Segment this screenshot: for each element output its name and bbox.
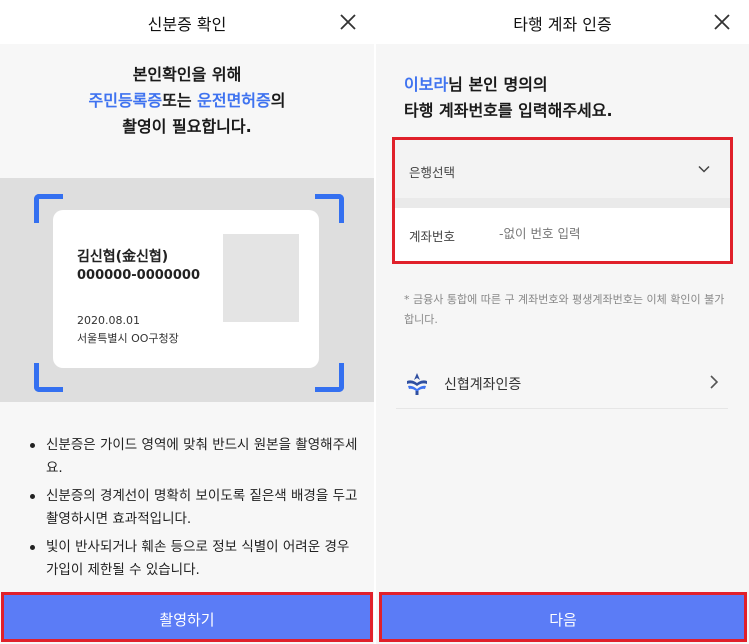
id-type-resident-card: 주민등록증	[88, 91, 163, 110]
user-name: 이보라	[404, 75, 449, 94]
id-card-name: 김신협(金신협)	[77, 249, 169, 265]
intro-text: 이보라님 본인 명의의 타행 계좌번호를 입력해주세요.	[404, 72, 613, 124]
id-card-issuer: 서울특별시 OO구청장	[77, 332, 179, 345]
shinhyup-label: 신협계좌인증	[444, 377, 522, 393]
intro-line-1-rest: 님 본인 명의의	[448, 75, 548, 94]
bank-select[interactable]: 은행선택	[395, 140, 730, 198]
camera-guide-area: 김신협(金신협) 000000-0000000 2020.08.01 서울특별시…	[0, 178, 374, 402]
close-icon[interactable]	[710, 10, 734, 34]
header: 신분증 확인	[0, 0, 374, 44]
capture-button[interactable]: 촬영하기	[1, 592, 373, 642]
page-title: 신분증 확인	[147, 15, 227, 34]
sample-id-card: 김신협(金신협) 000000-0000000 2020.08.01 서울특별시…	[53, 210, 319, 368]
chevron-right-icon	[710, 375, 719, 389]
intro-line-1: 본인확인을 위해	[132, 65, 242, 84]
guideline-list: 신분증은 가이드 영역에 맞춰 반드시 원본을 촬영해주세요. 신분증의 경계선…	[28, 434, 358, 587]
guide-corner-bottom-right	[315, 363, 344, 392]
bank-select-placeholder: 은행선택	[409, 165, 456, 180]
guideline-item: 신분증은 가이드 영역에 맞춰 반드시 원본을 촬영해주세요.	[28, 434, 358, 480]
page-title: 타행 계좌 인증	[513, 15, 612, 34]
intro-text: 본인확인을 위해 주민등록증또는 운전면허증의 촬영이 필요합니다.	[0, 62, 374, 140]
intro-line-2: 타행 계좌번호를 입력해주세요.	[404, 101, 613, 120]
id-card-number: 000000-0000000	[77, 268, 200, 283]
id-type-drivers-license: 운전면허증	[197, 91, 271, 110]
intro-line-2: 주민등록증또는 운전면허증의	[0, 88, 374, 114]
guideline-item: 신분증의 경계선이 명확히 보이도록 짙은색 배경을 두고 촬영하시면 효과적입…	[28, 485, 358, 531]
account-form: 은행선택 계좌번호	[392, 137, 733, 264]
id-card-date: 2020.08.01	[77, 314, 140, 327]
account-number-row: 계좌번호	[395, 208, 730, 261]
intro-suffix: 의	[270, 91, 286, 110]
header: 타행 계좌 인증	[376, 0, 749, 44]
id-card-photo	[223, 234, 299, 322]
notice-text: * 금융사 통합에 따른 구 계좌번호와 평생계좌번호는 이체 확인이 불가합니…	[404, 293, 725, 326]
close-icon[interactable]	[336, 10, 360, 34]
shinhyup-account-verification[interactable]: 신협계좌인증	[396, 360, 728, 409]
guide-corner-top-right	[315, 194, 344, 223]
guideline-item: 빛이 반사되거나 훼손 등으로 정보 식별이 어려운 경우가입이 제한될 수 있…	[28, 536, 358, 582]
account-number-input[interactable]	[499, 226, 719, 241]
shinhyup-logo-icon	[407, 373, 427, 395]
chevron-down-icon	[698, 165, 710, 173]
intro-joiner: 또는	[162, 91, 198, 110]
id-verification-screen: 신분증 확인 본인확인을 위해 주민등록증또는 운전면허증의 촬영이 필요합니다…	[0, 0, 374, 644]
intro-line-3: 촬영이 필요합니다.	[122, 117, 252, 136]
intro-line-1: 이보라님 본인 명의의	[404, 72, 613, 98]
next-button[interactable]: 다음	[379, 592, 747, 642]
account-verification-screen: 타행 계좌 인증 이보라님 본인 명의의 타행 계좌번호를 입력해주세요. 은행…	[376, 0, 749, 644]
account-number-label: 계좌번호	[409, 229, 456, 244]
form-separator	[395, 198, 730, 208]
